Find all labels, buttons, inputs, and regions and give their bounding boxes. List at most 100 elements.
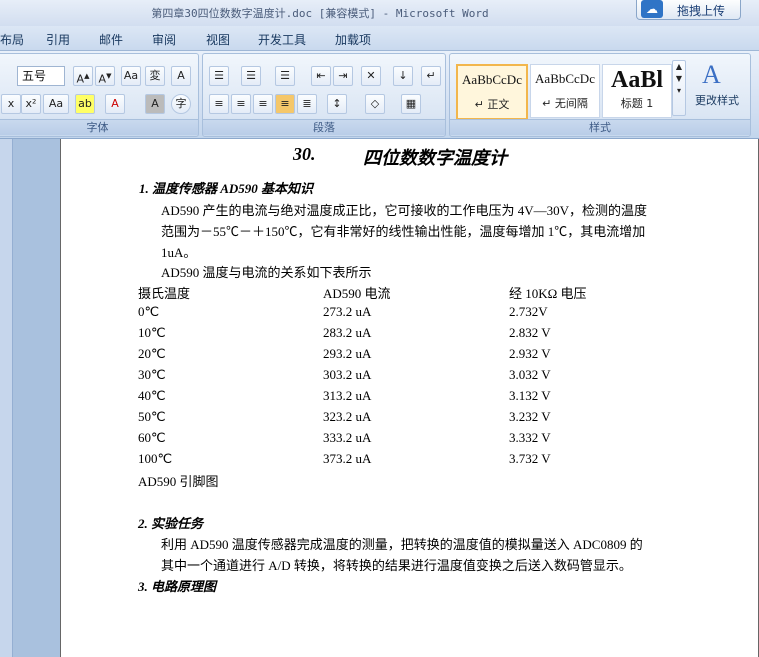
cell-temp: 40℃ xyxy=(138,388,166,403)
table-header-current: AD590 电流 xyxy=(323,286,391,301)
numbering-icon[interactable]: ☰ xyxy=(241,66,261,86)
ribbon: 五号 A▲ A▼ Aa 変 A x x² Aa ab A A 字 字体 ☰ ☰ … xyxy=(0,51,759,139)
align-right-icon[interactable]: ≡ xyxy=(253,94,273,114)
cell-current: 323.2 uA xyxy=(323,409,372,424)
doc-title-number: 30. xyxy=(293,144,316,164)
section1-heading: 1. 温度传感器 AD590 基本知识 xyxy=(139,181,314,196)
cell-temp: 20℃ xyxy=(138,346,166,361)
char-shading-icon[interactable]: A xyxy=(145,94,165,114)
tab-developer[interactable]: 开发工具 xyxy=(258,31,306,48)
grow-font-icon[interactable]: A▲ xyxy=(73,66,93,86)
cell-current: 283.2 uA xyxy=(323,325,372,340)
align-center-icon[interactable]: ≡ xyxy=(231,94,251,114)
cell-voltage: 2.832 V xyxy=(509,325,551,340)
justify-icon[interactable]: ≡ xyxy=(275,94,295,114)
multilevel-list-icon[interactable]: ☰ xyxy=(275,66,295,86)
tab-mailings[interactable]: 邮件 xyxy=(99,31,123,48)
section3-heading: 3. 电路原理图 xyxy=(138,579,217,594)
title-bar: 第四章30四位数数字温度计.doc [兼容模式] - Microsoft Wor… xyxy=(0,0,759,26)
vertical-ruler xyxy=(0,139,13,657)
cell-voltage: 3.132 V xyxy=(509,388,551,403)
superscript-icon[interactable]: x² xyxy=(21,94,41,114)
change-styles-label: 更改样式 xyxy=(695,94,739,107)
font-color-icon[interactable]: A xyxy=(105,94,125,114)
section2-heading: 2. 实验任务 xyxy=(138,516,204,531)
document-area: 30. 四位数数字温度计 1. 温度传感器 AD590 基本知识 AD590 产… xyxy=(0,139,759,657)
cell-current: 303.2 uA xyxy=(323,367,372,382)
paragraph-group: ☰ ☰ ☰ ⇤ ⇥ ✕ ↓ ↵ ≡ ≡ ≡ ≡ ≣ ↕ ◇ ▦ 段落 xyxy=(202,53,446,137)
paragraph-line: 其中一个通道进行 A/D 转换，将转换的结果进行温度值变换之后送入数码管显示。 xyxy=(161,558,632,573)
drag-upload-label: 拖拽上传 xyxy=(677,4,726,18)
highlight-icon[interactable]: ab xyxy=(75,94,95,114)
window-title: 第四章30四位数数字温度计.doc [兼容模式] - Microsoft Wor… xyxy=(151,7,489,20)
style-no-spacing-name: ↵ 无间隔 xyxy=(542,97,588,110)
tab-layout[interactable]: 布局 xyxy=(0,31,24,48)
change-styles-icon: A xyxy=(702,60,721,89)
bullets-icon[interactable]: ☰ xyxy=(209,66,229,86)
style-no-spacing[interactable]: AaBbCcDc ↵ 无间隔 xyxy=(530,64,600,118)
borders-icon[interactable]: ▦ xyxy=(401,94,421,114)
cell-voltage: 3.032 V xyxy=(509,367,551,382)
style-no-spacing-sample: AaBbCcDc xyxy=(535,71,595,86)
cell-temp: 60℃ xyxy=(138,430,166,445)
cell-temp: 100℃ xyxy=(138,451,173,466)
style-normal[interactable]: AaBbCcDc ↵ 正文 xyxy=(456,64,528,120)
paragraph-line: AD590 产生的电流与绝对温度成正比，它可接收的工作电压为 4V—30V，检测… xyxy=(161,203,648,218)
asian-layout-icon[interactable]: ✕ xyxy=(361,66,381,86)
clear-format-icon[interactable]: Aa xyxy=(121,66,141,86)
paragraph-line: 范围为－55℃－＋150℃，它有非常好的线性输出性能，温度每增加 1℃，其电流增… xyxy=(161,224,646,239)
document-page[interactable]: 30. 四位数数字温度计 1. 温度传感器 AD590 基本知识 AD590 产… xyxy=(60,139,759,657)
cell-current: 273.2 uA xyxy=(323,304,372,319)
sort-icon[interactable]: ↓ xyxy=(393,66,413,86)
table-header-temp: 摄氏温度 xyxy=(138,286,191,301)
tab-view[interactable]: 视图 xyxy=(206,31,230,48)
cell-voltage: 3.332 V xyxy=(509,430,551,445)
paragraph-group-label: 段落 xyxy=(203,119,445,135)
decrease-indent-icon[interactable]: ⇤ xyxy=(311,66,331,86)
style-heading1-name: 标题 1 xyxy=(620,97,654,110)
styles-group: AaBbCcDc ↵ 正文 AaBbCcDc ↵ 无间隔 AaBl 标题 1 ▲… xyxy=(449,53,751,137)
cell-temp: 10℃ xyxy=(138,325,166,340)
increase-indent-icon[interactable]: ⇥ xyxy=(333,66,353,86)
font-group-label: 字体 xyxy=(0,119,198,135)
ribbon-tabs: 布局 引用 邮件 审阅 视图 开发工具 加载项 xyxy=(0,26,759,51)
paragraph-line: 利用 AD590 温度传感器完成温度的测量，把转换的温度值的模拟量送入 ADC0… xyxy=(161,537,643,552)
cell-current: 313.2 uA xyxy=(323,388,372,403)
tab-addins[interactable]: 加载项 xyxy=(335,31,371,48)
cell-current: 293.2 uA xyxy=(323,346,372,361)
style-normal-name: ↵ 正文 xyxy=(474,98,510,111)
table-header-voltage: 经 10KΩ 电压 xyxy=(509,286,587,301)
phonetic-guide-icon[interactable]: 変 xyxy=(145,66,165,86)
doc-title: 四位数数字温度计 xyxy=(363,148,507,168)
style-heading1[interactable]: AaBl 标题 1 xyxy=(602,64,672,118)
paragraph-line: AD590 温度与电流的关系如下表所示 xyxy=(161,265,372,280)
cell-voltage: 3.732 V xyxy=(509,451,551,466)
show-marks-icon[interactable]: ↵ xyxy=(421,66,441,86)
font-size-select[interactable]: 五号 xyxy=(17,66,65,86)
paragraph-line: 1uA。 xyxy=(161,245,197,260)
char-border-icon[interactable]: A xyxy=(171,66,191,86)
tab-review[interactable]: 审阅 xyxy=(152,31,176,48)
font-group: 五号 A▲ A▼ Aa 変 A x x² Aa ab A A 字 字体 xyxy=(0,53,199,137)
align-left-icon[interactable]: ≡ xyxy=(209,94,229,114)
cell-voltage: 2.732V xyxy=(509,304,548,319)
cloud-icon: ☁ xyxy=(641,0,663,18)
enclose-char-icon[interactable]: 字 xyxy=(171,94,191,114)
cell-temp: 30℃ xyxy=(138,367,166,382)
pinout-caption: AD590 引脚图 xyxy=(138,474,219,489)
shading-icon[interactable]: ◇ xyxy=(365,94,385,114)
cell-temp: 0℃ xyxy=(138,304,160,319)
cell-voltage: 2.932 V xyxy=(509,346,551,361)
style-heading1-sample: AaBl xyxy=(610,67,663,93)
strikethrough-icon[interactable]: x xyxy=(1,94,21,114)
distributed-icon[interactable]: ≣ xyxy=(297,94,317,114)
tab-references[interactable]: 引用 xyxy=(46,31,70,48)
styles-scroll-icon[interactable]: ▲ ▼ ▾ xyxy=(672,60,686,116)
change-styles-button[interactable]: A 更改样式 xyxy=(690,58,744,118)
shrink-font-icon[interactable]: A▼ xyxy=(95,66,115,86)
cell-voltage: 3.232 V xyxy=(509,409,551,424)
change-case-icon[interactable]: Aa xyxy=(43,94,69,114)
drag-upload-button[interactable]: ☁ 拖拽上传 xyxy=(636,0,741,20)
line-spacing-icon[interactable]: ↕ xyxy=(327,94,347,114)
style-normal-sample: AaBbCcDc xyxy=(462,72,522,87)
